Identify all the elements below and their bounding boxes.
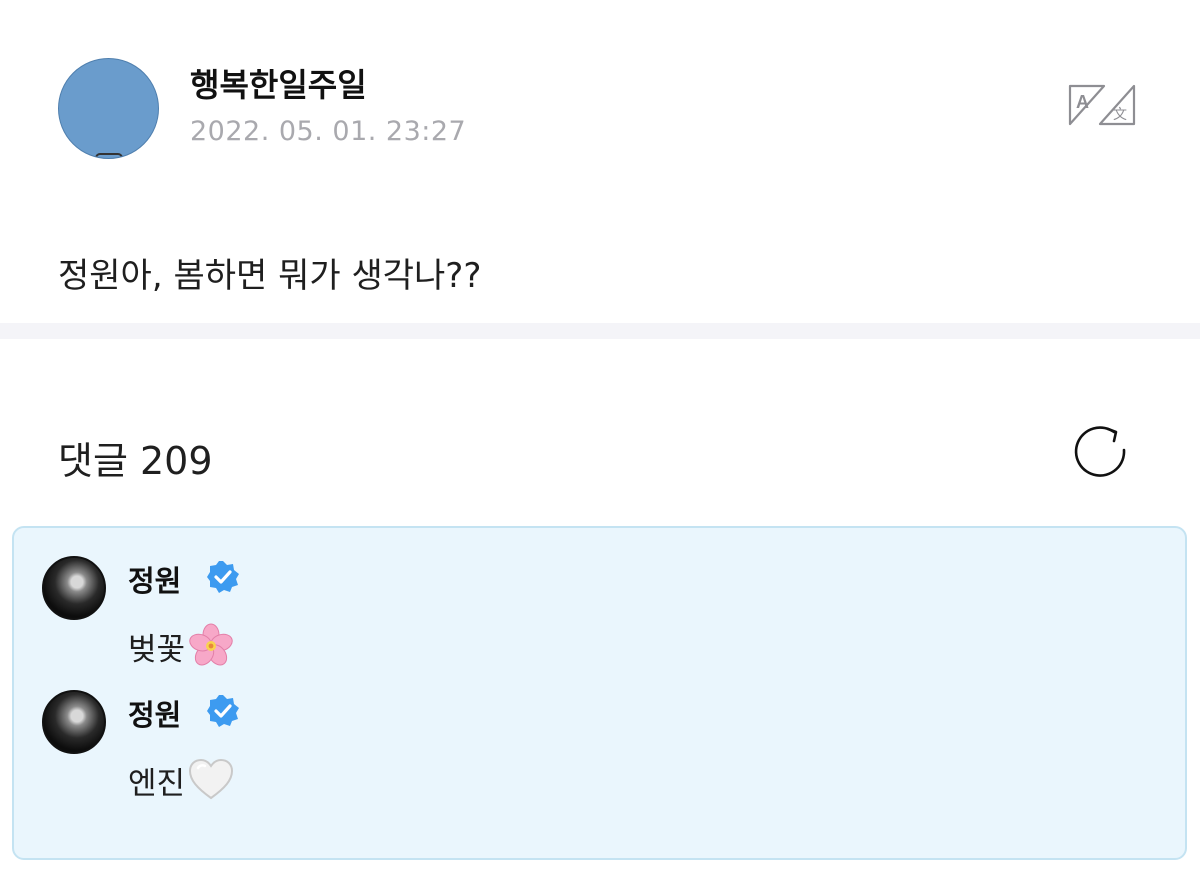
svg-text:文: 文 (1113, 107, 1127, 123)
verified-badge-icon (207, 561, 239, 593)
post-content: 정원아, 봄하면 뭐가 생각나?? (58, 256, 482, 296)
post-timestamp: 2022. 05. 01. 23:27 (190, 116, 467, 147)
comment-body: 엔진 (128, 765, 186, 802)
comment-body: 벚꽃 (128, 631, 186, 668)
commenter-name[interactable]: 정원 (128, 558, 181, 600)
post-author-avatar[interactable] (58, 58, 159, 159)
translate-icon: A 文 (1068, 84, 1136, 126)
commenter-name[interactable]: 정원 (128, 692, 181, 734)
commenter-avatar[interactable] (42, 556, 106, 620)
translate-button[interactable]: A 文 (1066, 82, 1138, 128)
post-author-name[interactable]: 행복한일주일 (190, 60, 367, 106)
white-heart-icon (189, 758, 234, 800)
section-divider (0, 323, 1200, 339)
verified-badge-icon (207, 695, 239, 727)
post-screen: 행복한일주일 2022. 05. 01. 23:27 A 文 정원아, 봄하면 … (0, 0, 1200, 871)
comment-text: 벚꽃 (128, 622, 235, 670)
refresh-button[interactable] (1072, 424, 1132, 480)
refresh-icon (1074, 426, 1126, 477)
commenter-avatar[interactable] (42, 690, 106, 754)
avatar-decoration (95, 153, 123, 158)
artist-comments-card: 정원 벚꽃 정원 엔진 (12, 526, 1187, 860)
comments-count-label: 댓글 209 (58, 439, 213, 483)
svg-text:A: A (1076, 92, 1089, 112)
comment-text: 엔진 (128, 756, 235, 804)
cherry-blossom-icon (189, 623, 233, 666)
